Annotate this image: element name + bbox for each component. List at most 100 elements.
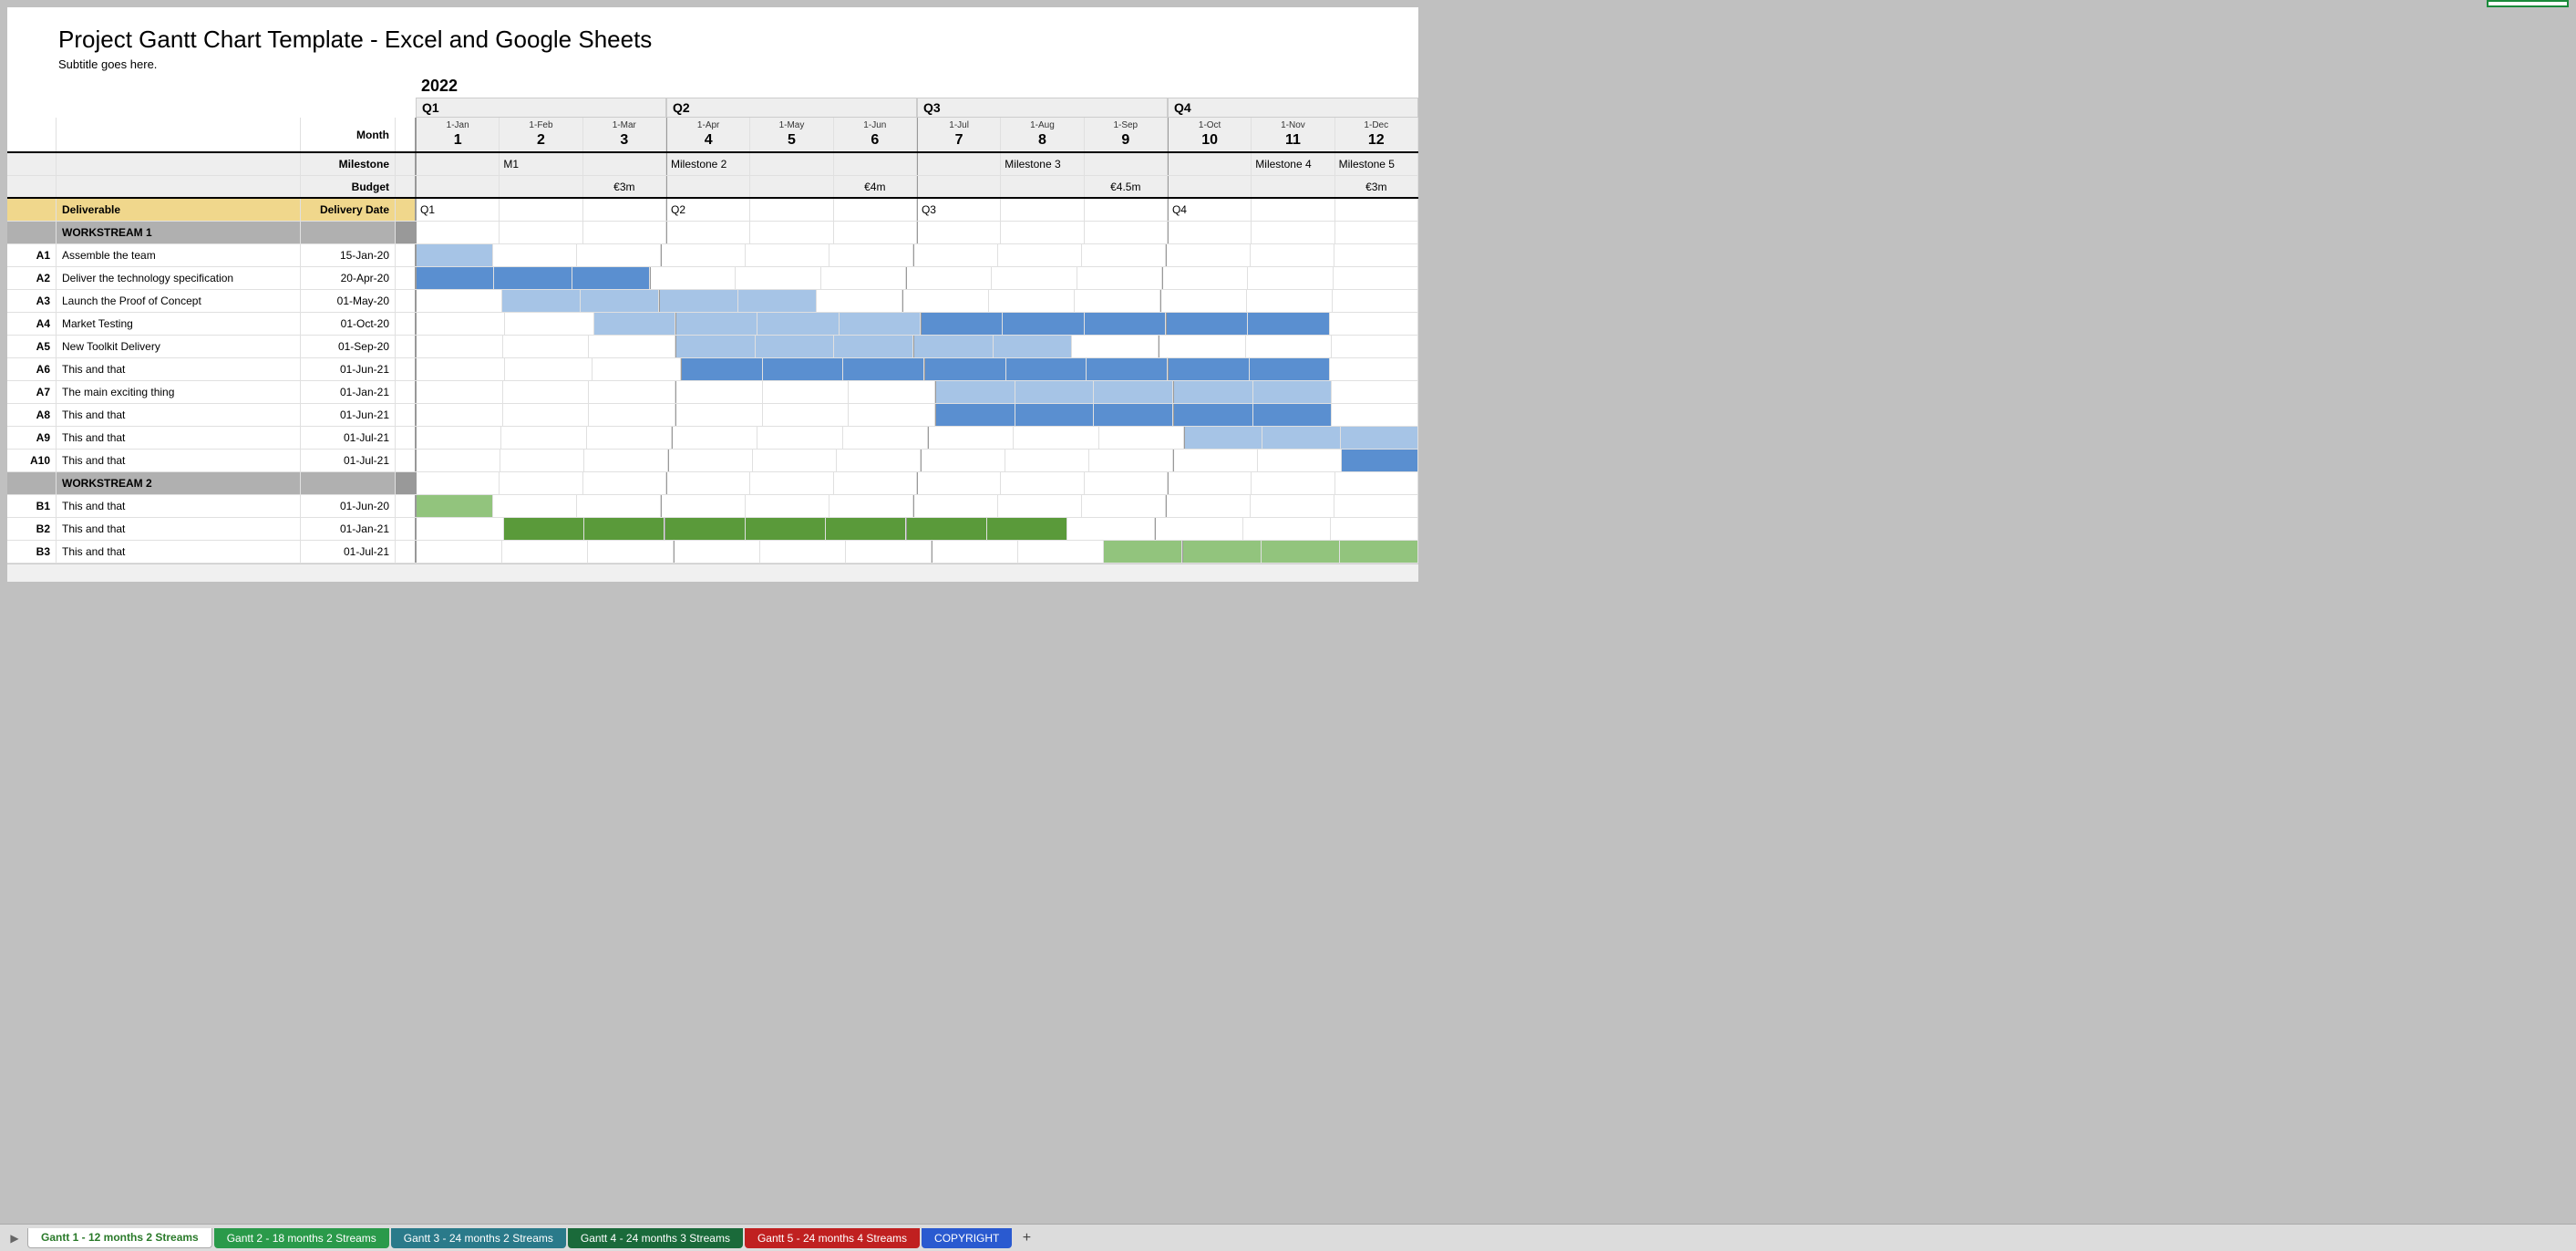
gantt-bar[interactable] — [922, 313, 1002, 335]
task-date[interactable]: 15-Jan-20 — [301, 244, 396, 266]
cell[interactable] — [416, 495, 493, 517]
workstream-header-2[interactable]: WORKSTREAM 2 — [57, 472, 301, 494]
cell[interactable] — [675, 381, 763, 403]
milestone-cell-7[interactable] — [917, 153, 1001, 175]
cell[interactable] — [1246, 336, 1333, 357]
gantt-bar[interactable] — [572, 267, 649, 289]
gantt-bar[interactable] — [936, 404, 1015, 426]
cell[interactable] — [1247, 290, 1333, 312]
cell[interactable] — [589, 336, 675, 357]
budget-cell-10[interactable] — [1168, 176, 1252, 197]
task-row[interactable]: A4Market Testing01-Oct-20 — [7, 313, 1418, 336]
gantt-bar[interactable] — [1003, 313, 1083, 335]
cell[interactable] — [675, 336, 756, 357]
budget-cell-8[interactable] — [1001, 176, 1084, 197]
gantt-bar[interactable] — [581, 290, 658, 312]
task-row[interactable]: B3This and that01-Jul-21 — [7, 541, 1418, 563]
cell[interactable] — [587, 427, 672, 449]
cell[interactable] — [821, 267, 906, 289]
cell[interactable] — [500, 222, 582, 243]
task-date[interactable]: 01-Jan-21 — [301, 381, 396, 403]
cell[interactable] — [829, 495, 913, 517]
gantt-bar[interactable] — [1174, 404, 1252, 426]
cell[interactable] — [746, 495, 829, 517]
gantt-bar[interactable] — [756, 336, 834, 357]
cell[interactable] — [1330, 358, 1418, 380]
task-name[interactable]: This and that — [57, 495, 301, 517]
task-row[interactable]: A2Deliver the technology specification20… — [7, 267, 1418, 290]
milestone-cell-9[interactable] — [1085, 153, 1168, 175]
cell[interactable] — [1182, 541, 1262, 563]
gantt-bar[interactable] — [914, 336, 993, 357]
cell[interactable] — [583, 222, 666, 243]
gantt-bar[interactable] — [1169, 358, 1249, 380]
month-header-4[interactable]: 1-Apr4 — [666, 118, 750, 151]
cell[interactable] — [1248, 267, 1333, 289]
spreadsheet-canvas[interactable]: Project Gantt Chart Template - Excel and… — [7, 7, 1418, 582]
cell[interactable] — [1015, 381, 1095, 403]
cell[interactable] — [913, 244, 998, 266]
cell[interactable] — [416, 518, 504, 540]
cell[interactable] — [505, 313, 593, 335]
cell[interactable] — [1001, 472, 1084, 494]
cell[interactable] — [502, 290, 581, 312]
cell[interactable] — [650, 267, 736, 289]
qlabel-cell-10[interactable]: Q4 — [1168, 199, 1252, 221]
cell[interactable] — [416, 290, 502, 312]
cell[interactable] — [1243, 518, 1331, 540]
qlabel-cell-6[interactable] — [834, 199, 917, 221]
cell[interactable] — [987, 518, 1067, 540]
quarter-q3[interactable]: Q3 — [917, 98, 1168, 118]
cell[interactable] — [746, 518, 826, 540]
cell[interactable] — [1253, 381, 1333, 403]
cell[interactable] — [572, 267, 650, 289]
gantt-bar[interactable] — [1167, 313, 1247, 335]
cell[interactable] — [1173, 381, 1253, 403]
cell[interactable] — [1166, 495, 1251, 517]
milestone-cell-12[interactable]: Milestone 5 — [1335, 153, 1418, 175]
cell[interactable] — [1015, 404, 1095, 426]
gantt-bar[interactable] — [757, 313, 838, 335]
cell[interactable] — [501, 427, 586, 449]
cell[interactable] — [1334, 267, 1418, 289]
qlabel-cell-9[interactable] — [1085, 199, 1168, 221]
gantt-bar[interactable] — [907, 518, 986, 540]
milestone-cell-6[interactable] — [834, 153, 917, 175]
cell[interactable] — [1160, 290, 1247, 312]
task-row[interactable]: A10This and that01-Jul-21 — [7, 450, 1418, 472]
workstream-header-1[interactable]: WORKSTREAM 1 — [57, 222, 301, 243]
cell[interactable] — [672, 427, 757, 449]
cell[interactable] — [906, 518, 987, 540]
budget-cell-5[interactable] — [750, 176, 833, 197]
task-row[interactable]: B2This and that01-Jan-21 — [7, 518, 1418, 541]
cell[interactable] — [1099, 427, 1184, 449]
cell[interactable] — [750, 472, 833, 494]
cell[interactable] — [584, 518, 665, 540]
cell[interactable] — [500, 450, 584, 471]
milestone-cell-3[interactable] — [583, 153, 666, 175]
cell[interactable] — [1334, 244, 1418, 266]
cell[interactable] — [1067, 518, 1155, 540]
milestone-cell-1[interactable] — [416, 153, 500, 175]
cell[interactable] — [1104, 541, 1182, 563]
cell[interactable] — [817, 290, 902, 312]
cell[interactable] — [1173, 450, 1258, 471]
qlabel-cell-1[interactable]: Q1 — [416, 199, 500, 221]
cell[interactable] — [1089, 450, 1173, 471]
task-date[interactable]: 01-Jun-21 — [301, 358, 396, 380]
gantt-bar[interactable] — [746, 518, 825, 540]
cell[interactable] — [837, 450, 921, 471]
sheet-tab-1[interactable]: Gantt 1 - 12 months 2 Streams — [27, 1228, 212, 1248]
cell[interactable] — [913, 495, 998, 517]
cell[interactable] — [416, 404, 503, 426]
cell[interactable] — [1335, 222, 1418, 243]
cell[interactable] — [416, 541, 502, 563]
task-date[interactable]: 01-Jul-21 — [301, 427, 396, 449]
cell[interactable] — [589, 381, 675, 403]
month-header-5[interactable]: 1-May5 — [750, 118, 833, 151]
milestone-cell-2[interactable]: M1 — [500, 153, 582, 175]
task-name[interactable]: New Toolkit Delivery — [57, 336, 301, 357]
cell[interactable] — [577, 244, 661, 266]
cell[interactable] — [1155, 518, 1243, 540]
cell[interactable] — [1018, 541, 1104, 563]
